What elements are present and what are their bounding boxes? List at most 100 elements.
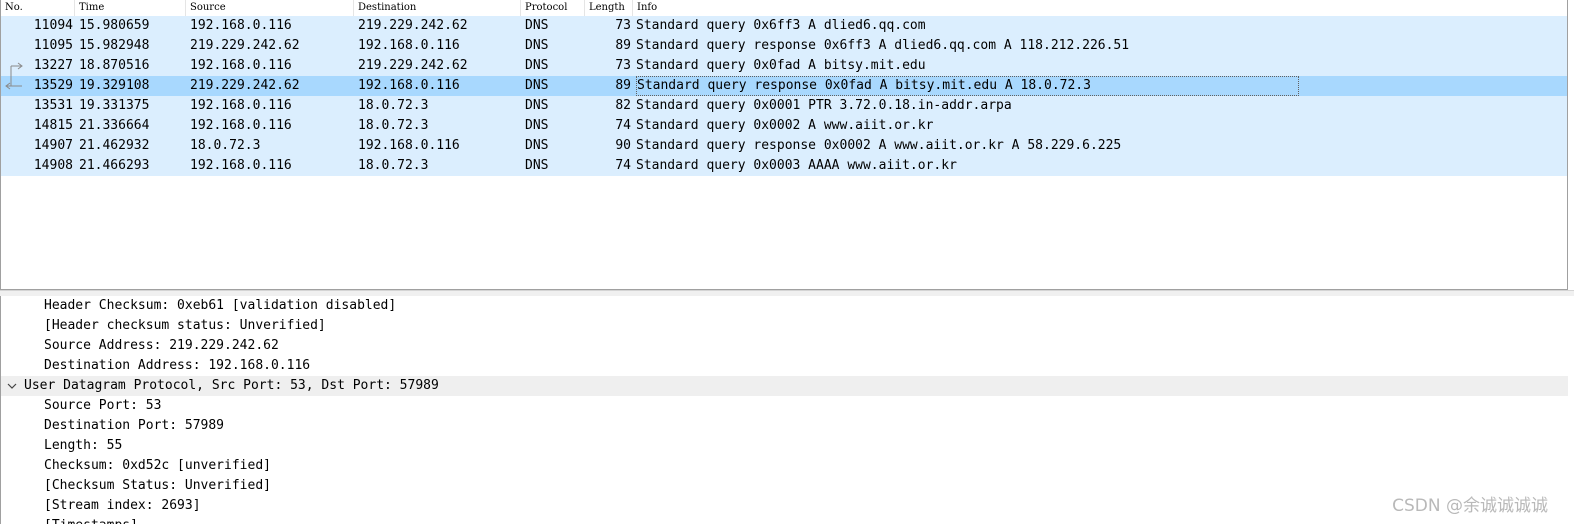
packet-info: Standard query 0x0002 A www.aiit.or.kr — [636, 118, 934, 133]
column-header-protocol[interactable]: Protocol — [521, 0, 585, 16]
packet-no: 14908 — [33, 158, 73, 173]
packet-length: 82 — [615, 98, 631, 113]
packet-protocol: DNS — [525, 158, 549, 173]
packet-row[interactable]: 14907 21.462932 18.0.72.3 192.168.0.116 … — [1, 136, 1567, 156]
packet-no: 11094 — [33, 18, 73, 33]
detail-source-address: Source Address: 219.229.242.62 — [44, 338, 279, 353]
packet-info: Standard query 0x0fad A bitsy.mit.edu — [636, 58, 926, 73]
packet-row[interactable]: 14908 21.466293 192.168.0.116 18.0.72.3 … — [1, 156, 1567, 176]
packet-destination: 192.168.0.116 — [358, 38, 460, 53]
packet-time: 21.462932 — [79, 138, 150, 153]
packet-row[interactable]: 14815 21.336664 192.168.0.116 18.0.72.3 … — [1, 116, 1567, 136]
detail-line[interactable]: [Stream index: 2693] — [1, 496, 1568, 516]
packet-length: 90 — [615, 138, 631, 153]
packet-info: Standard query response 0x0002 A www.aii… — [636, 138, 1122, 153]
detail-line[interactable]: [Checksum Status: Unverified] — [1, 476, 1568, 496]
packet-source: 219.229.242.62 — [190, 38, 300, 53]
packet-source: 192.168.0.116 — [190, 158, 292, 173]
packet-no: 11095 — [33, 38, 73, 53]
udp-section-label: User Datagram Protocol, Src Port: 53, Ds… — [24, 378, 439, 393]
packet-time: 21.336664 — [79, 118, 150, 133]
packet-source: 192.168.0.116 — [190, 118, 292, 133]
packet-source: 18.0.72.3 — [190, 138, 261, 153]
column-header-no[interactable]: No. — [1, 0, 75, 16]
packet-destination: 18.0.72.3 — [358, 118, 429, 133]
packet-destination: 219.229.242.62 — [358, 58, 468, 73]
packet-length: 89 — [615, 38, 631, 53]
detail-line[interactable]: Length: 55 — [1, 436, 1568, 456]
packet-list-pane[interactable]: No. Time Source Destination Protocol Len… — [0, 0, 1568, 290]
detail-destination-port: Destination Port: 57989 — [44, 418, 225, 433]
packet-protocol: DNS — [525, 78, 549, 93]
packet-no: 14815 — [33, 118, 73, 133]
column-header-destination[interactable]: Destination — [354, 0, 521, 16]
detail-stream-index: [Stream index: 2693] — [44, 498, 201, 513]
packet-source: 192.168.0.116 — [190, 18, 292, 33]
packet-time: 21.466293 — [79, 158, 150, 173]
packet-info: Standard query 0x6ff3 A dlied6.qq.com — [636, 18, 926, 33]
packet-protocol: DNS — [525, 98, 549, 113]
detail-line[interactable]: Source Address: 219.229.242.62 — [1, 336, 1568, 356]
detail-source-port: Source Port: 53 — [44, 398, 162, 413]
packet-time: 19.329108 — [79, 78, 150, 93]
packet-protocol: DNS — [525, 138, 549, 153]
packet-no: 13531 — [33, 98, 73, 113]
packet-row[interactable]: 11094 15.980659 192.168.0.116 219.229.24… — [1, 16, 1567, 36]
detail-header-checksum-status: [Header checksum status: Unverified] — [44, 318, 326, 333]
packet-time: 19.331375 — [79, 98, 150, 113]
detail-line[interactable]: Destination Port: 57989 — [1, 416, 1568, 436]
detail-line[interactable]: [Timestamps] — [1, 516, 1568, 524]
detail-line[interactable]: Header Checksum: 0xeb61 [validation disa… — [1, 296, 1568, 316]
packet-destination: 192.168.0.116 — [358, 78, 460, 93]
packet-length: 73 — [615, 18, 631, 33]
packet-row[interactable]: 13531 19.331375 192.168.0.116 18.0.72.3 … — [1, 96, 1567, 116]
packet-protocol: DNS — [525, 118, 549, 133]
packet-row[interactable]: 13227 18.870516 192.168.0.116 219.229.24… — [1, 56, 1567, 76]
column-header-info[interactable]: Info — [633, 0, 1567, 16]
packet-info: Standard query response 0x0fad A bitsy.m… — [636, 76, 1299, 96]
packet-length: 89 — [615, 78, 631, 93]
packet-no: 13227 — [33, 58, 73, 73]
packet-protocol: DNS — [525, 18, 549, 33]
detail-line[interactable]: Checksum: 0xd52c [unverified] — [1, 456, 1568, 476]
packet-protocol: DNS — [525, 38, 549, 53]
packet-time: 15.980659 — [79, 18, 150, 33]
packet-source: 192.168.0.116 — [190, 98, 292, 113]
packet-row-selected[interactable]: 13529 19.329108 219.229.242.62 192.168.0… — [1, 76, 1567, 96]
packet-destination: 18.0.72.3 — [358, 158, 429, 173]
packet-protocol: DNS — [525, 58, 549, 73]
column-header: No. Time Source Destination Protocol Len… — [1, 0, 1567, 17]
udp-section-header[interactable]: User Datagram Protocol, Src Port: 53, Ds… — [1, 376, 1568, 396]
packet-no: 13529 — [33, 78, 73, 93]
packet-destination: 219.229.242.62 — [358, 18, 468, 33]
packet-info: Standard query 0x0001 PTR 3.72.0.18.in-a… — [636, 98, 1012, 113]
detail-length: Length: 55 — [44, 438, 123, 453]
column-header-time[interactable]: Time — [75, 0, 186, 16]
packet-details-pane[interactable]: Header Checksum: 0xeb61 [validation disa… — [0, 296, 1568, 524]
column-header-length[interactable]: Length — [585, 0, 633, 16]
watermark: CSDN @余诚诚诚诚 — [1392, 496, 1548, 516]
column-header-source[interactable]: Source — [186, 0, 354, 16]
packet-length: 74 — [615, 158, 631, 173]
detail-line[interactable]: Destination Address: 192.168.0.116 — [1, 356, 1568, 376]
detail-line[interactable]: [Header checksum status: Unverified] — [1, 316, 1568, 336]
packet-destination: 18.0.72.3 — [358, 98, 429, 113]
packet-time: 18.870516 — [79, 58, 150, 73]
packet-length: 74 — [615, 118, 631, 133]
packet-info: Standard query 0x0003 AAAA www.aiit.or.k… — [636, 158, 957, 173]
detail-destination-address: Destination Address: 192.168.0.116 — [44, 358, 311, 373]
detail-line[interactable]: Source Port: 53 — [1, 396, 1568, 416]
packet-row[interactable]: 11095 15.982948 219.229.242.62 192.168.0… — [1, 36, 1567, 56]
packet-destination: 192.168.0.116 — [358, 138, 460, 153]
chevron-down-icon[interactable] — [7, 376, 17, 396]
detail-header-checksum: Header Checksum: 0xeb61 [validation disa… — [44, 298, 397, 313]
packet-info: Standard query response 0x6ff3 A dlied6.… — [636, 38, 1130, 53]
packet-no: 14907 — [33, 138, 73, 153]
detail-checksum-status: [Checksum Status: Unverified] — [44, 478, 271, 493]
packet-time: 15.982948 — [79, 38, 150, 53]
packet-length: 73 — [615, 58, 631, 73]
packet-source: 219.229.242.62 — [190, 78, 300, 93]
packet-source: 192.168.0.116 — [190, 58, 292, 73]
detail-checksum: Checksum: 0xd52c [unverified] — [44, 458, 271, 473]
detail-timestamps: [Timestamps] — [44, 516, 138, 524]
